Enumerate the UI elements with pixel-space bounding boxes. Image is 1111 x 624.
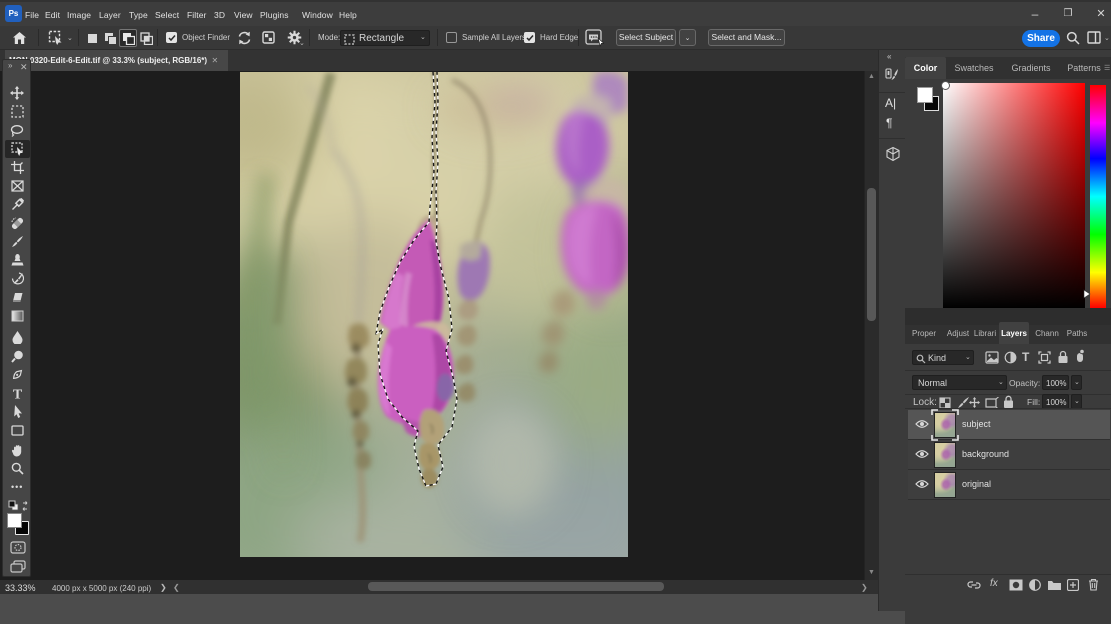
svg-text:T: T bbox=[13, 388, 23, 401]
